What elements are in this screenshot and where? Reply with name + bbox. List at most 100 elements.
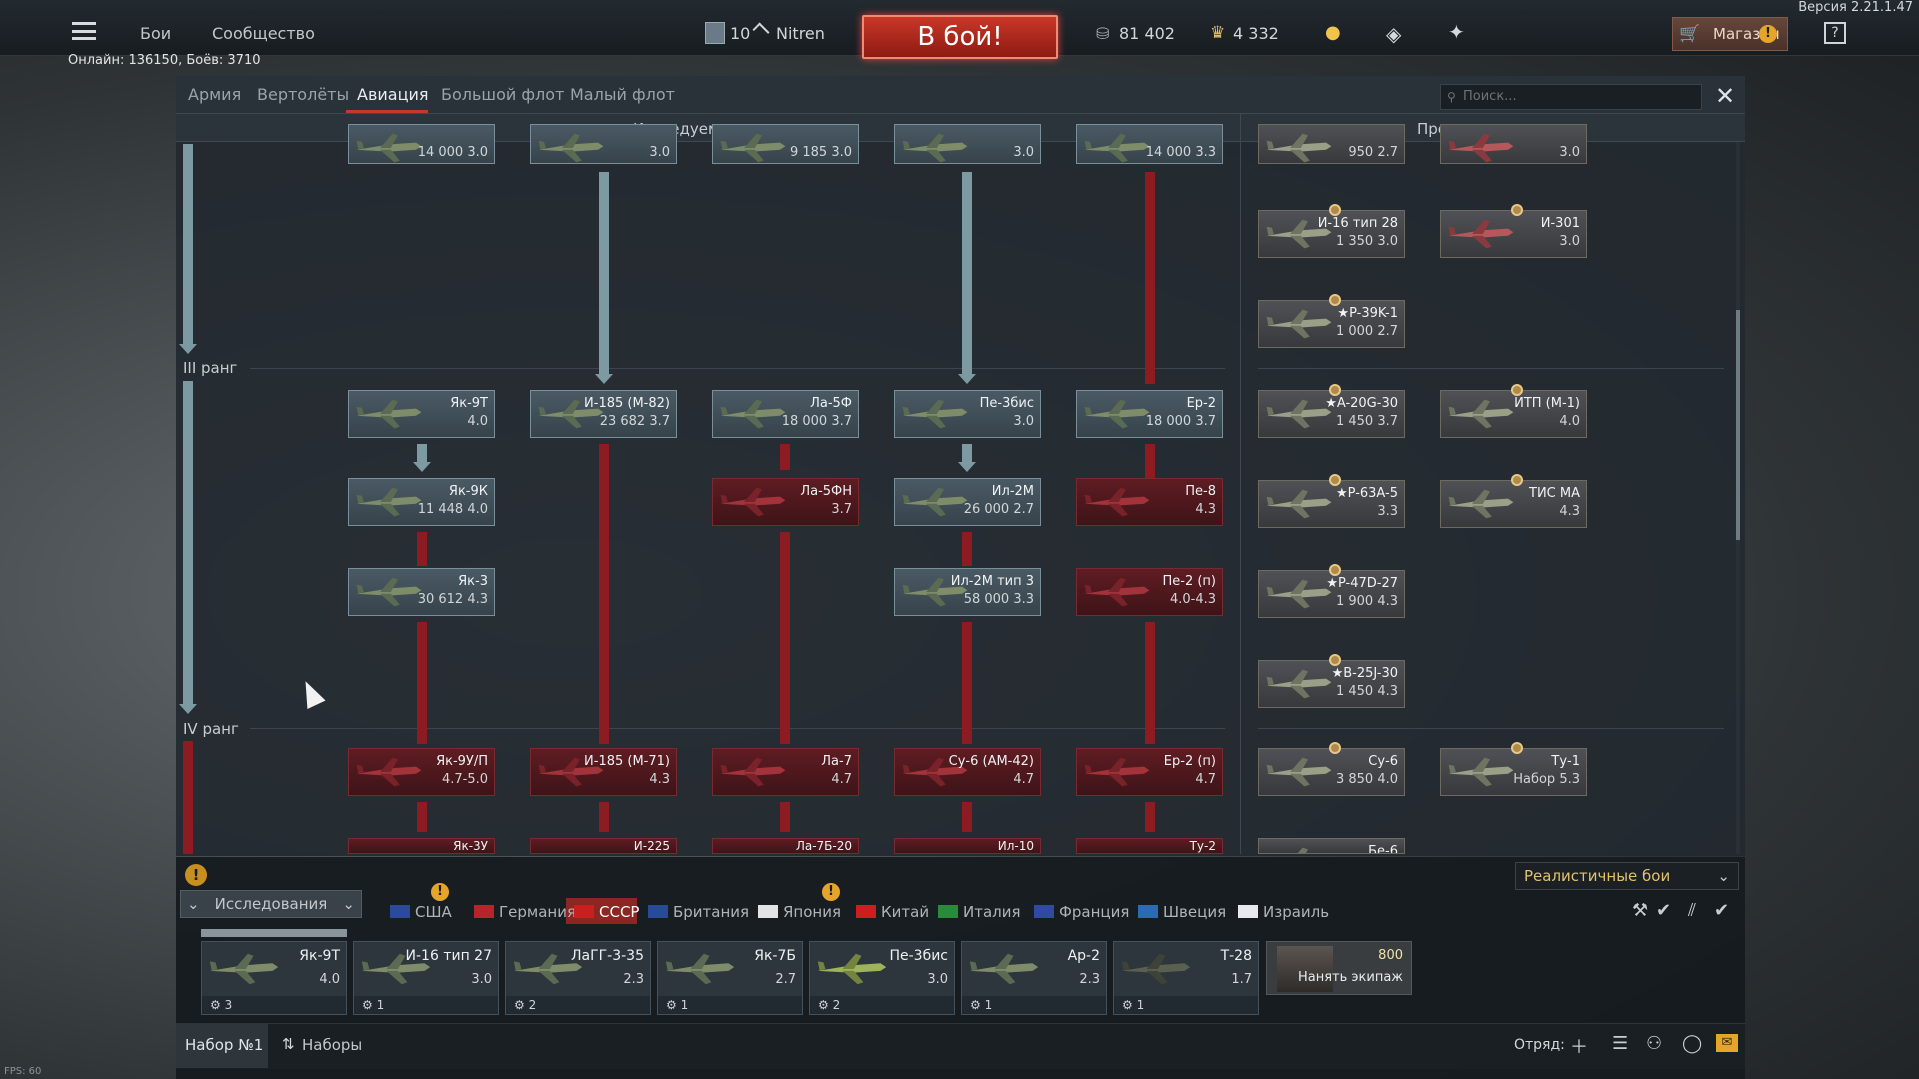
nation-tab-5[interactable]: Китай <box>856 903 929 921</box>
premium-vehicle-card[interactable]: Бе-6 <box>1258 838 1405 854</box>
game-mode-label: Реалистичные бои <box>1524 867 1671 885</box>
player-nickname[interactable]: Nitren <box>776 24 825 43</box>
crew-slot[interactable]: ЛаГГ-3-35 2.3 ⚙ 2 <box>505 941 651 1015</box>
vehicle-card[interactable]: Ту-2 <box>1076 838 1223 854</box>
premium-vehicle-card[interactable]: ★A-20G-30 1 450 3.7 <box>1258 384 1405 438</box>
vehicle-card[interactable]: Як-3У <box>348 838 495 854</box>
tab-helicopters[interactable]: Вертолёты <box>257 85 349 104</box>
battles-menu[interactable]: Бои <box>140 24 171 43</box>
premium-vehicle-card[interactable]: Ту-1 Набор 5.3 <box>1440 742 1587 796</box>
crew-slot[interactable]: И-16 тип 27 3.0 ⚙ 1 <box>353 941 499 1015</box>
research-toggle[interactable]: ⌄ Исследования ⌄ <box>180 890 362 918</box>
sort-icon[interactable]: ⇅ <box>282 1035 295 1053</box>
premium-vehicle-card[interactable]: 950 2.7 <box>1258 124 1405 164</box>
vehicle-card[interactable]: Пе-3бис 3.0 <box>894 390 1041 438</box>
vehicle-card[interactable]: 14 000 3.3 <box>1076 124 1223 164</box>
presets-button[interactable]: Наборы <box>302 1036 362 1054</box>
nation-tab-6[interactable]: Италия <box>938 903 1021 921</box>
nation-tab-2[interactable]: СССР <box>574 903 639 921</box>
vehicle-card[interactable]: Ла-7 4.7 <box>712 748 859 796</box>
crew-slot[interactable]: Ар-2 2.3 ⚙ 1 <box>961 941 1107 1015</box>
nation-tab-7[interactable]: Франция <box>1034 903 1129 921</box>
tree-scrollbar-thumb[interactable] <box>1736 310 1740 540</box>
flag-icon <box>648 905 668 918</box>
hire-crew-button[interactable]: 800 Нанять экипаж <box>1266 941 1412 995</box>
tab-army[interactable]: Армия <box>188 85 241 104</box>
search-input[interactable]: ⚲ Поиск... <box>1440 84 1702 110</box>
premium-vehicle-card[interactable]: Су-6 3 850 4.0 <box>1258 742 1405 796</box>
nation-tab-1[interactable]: Германия <box>474 903 576 921</box>
premium-vehicle-card[interactable]: ★B-25J-30 1 450 4.3 <box>1258 654 1405 708</box>
premium-vehicle-card[interactable]: И-301 3.0 <box>1440 204 1587 258</box>
vehicle-stats: 26 000 2.7 <box>963 502 1034 517</box>
diamond-icon[interactable]: ◈ <box>1386 22 1401 46</box>
vehicle-name: ТИС МА <box>1529 486 1580 501</box>
vehicle-card[interactable]: Пе-2 (п) 4.0-4.3 <box>1076 568 1223 616</box>
vehicle-card[interactable]: Ер-2 (п) 4.7 <box>1076 748 1223 796</box>
friends-icon[interactable]: ⚇ <box>1646 1033 1662 1054</box>
tab-aviation[interactable]: Авиация <box>357 85 429 104</box>
vehicle-stats: 4.7-5.0 <box>441 772 488 787</box>
rank-divider <box>250 728 1225 729</box>
vehicle-card[interactable]: 9 185 3.0 <box>712 124 859 164</box>
vehicle-card[interactable]: Ла-5ФН 3.7 <box>712 478 859 526</box>
vehicle-card[interactable]: Як-9К 11 448 4.0 <box>348 478 495 526</box>
avatar[interactable] <box>705 22 725 44</box>
vehicle-card[interactable]: Ла-7Б-20 <box>712 838 859 854</box>
vehicle-card[interactable]: Ил-2М 26 000 2.7 <box>894 478 1041 526</box>
nation-tab-3[interactable]: Британия <box>648 903 749 921</box>
tab-coastal-fleet[interactable]: Малый флот <box>570 85 675 104</box>
premium-vehicle-card[interactable]: 3.0 <box>1440 124 1587 164</box>
checkmark-icon[interactable]: ✔ <box>1714 900 1729 921</box>
nation-tab-8[interactable]: Швеция <box>1138 903 1226 921</box>
vehicle-card[interactable]: И-185 (М-71) 4.3 <box>530 748 677 796</box>
plus-icon[interactable]: ＋ <box>1570 1033 1588 1059</box>
nation-tab-9[interactable]: Израиль <box>1238 903 1329 921</box>
nation-tab-0[interactable]: США <box>390 903 452 921</box>
coupon-icon[interactable]: ✦ <box>1448 20 1465 44</box>
nation-tab-4[interactable]: Япония <box>758 903 841 921</box>
vehicle-card[interactable]: И-185 (М-82) 23 682 3.7 <box>530 390 677 438</box>
tab-bluewater-fleet[interactable]: Большой флот <box>441 85 564 104</box>
premium-vehicle-card[interactable]: ТИС МА 4.3 <box>1440 474 1587 528</box>
vehicle-card[interactable]: 3.0 <box>894 124 1041 164</box>
vehicle-card[interactable]: Ил-10 <box>894 838 1041 854</box>
vehicle-card[interactable]: Як-9Т 4.0 <box>348 390 495 438</box>
community-menu[interactable]: Сообщество <box>212 24 315 43</box>
vehicle-card[interactable]: 14 000 3.0 <box>348 124 495 164</box>
premium-vehicle-card[interactable]: ИТП (М-1) 4.0 <box>1440 384 1587 438</box>
checkmark-icon[interactable]: ✔ <box>1656 900 1671 921</box>
vehicle-card[interactable]: 3.0 <box>530 124 677 164</box>
premium-vehicle-card[interactable]: ★P-63A-5 3.3 <box>1258 474 1405 528</box>
premium-vehicle-card[interactable]: ★P-39K-1 1 000 2.7 <box>1258 294 1405 348</box>
crew-slot[interactable]: Як-7Б 2.7 ⚙ 1 <box>657 941 803 1015</box>
lightbulb-icon[interactable]: ● <box>1325 22 1341 43</box>
game-mode-select[interactable]: Реалистичные бои ⌄ <box>1515 862 1739 890</box>
vehicle-card[interactable]: Як-9У/П 4.7-5.0 <box>348 748 495 796</box>
crew-slot[interactable]: Пе-3бис 3.0 ⚙ 2 <box>809 941 955 1015</box>
warning-icon[interactable]: ! <box>185 864 207 886</box>
mail-icon[interactable]: ✉ <box>1716 1034 1738 1052</box>
premium-vehicle-card[interactable]: ★P-47D-27 1 900 4.3 <box>1258 564 1405 618</box>
vehicle-card[interactable]: И-225 <box>530 838 677 854</box>
wrench-icon[interactable]: ⚒ <box>1632 900 1648 921</box>
chat-icon[interactable]: ◯ <box>1682 1033 1702 1054</box>
vehicle-card[interactable]: Ла-5Ф 18 000 3.7 <box>712 390 859 438</box>
vehicle-card[interactable]: Ил-2М тип 3 58 000 3.3 <box>894 568 1041 616</box>
aircraft-icon <box>717 396 789 432</box>
close-icon[interactable]: ✕ <box>1712 84 1738 110</box>
vehicle-card[interactable]: Як-3 30 612 4.3 <box>348 568 495 616</box>
vehicle-card[interactable]: Су-6 (АМ-42) 4.7 <box>894 748 1041 796</box>
rockets-icon[interactable]: ⫽ <box>1688 900 1696 921</box>
crew-slot[interactable]: Як-9Т 4.0 ⚙ 3 <box>201 941 347 1015</box>
list-icon[interactable]: ☰ <box>1612 1033 1628 1054</box>
help-icon[interactable]: ? <box>1824 22 1846 44</box>
premium-vehicle-card[interactable]: И-16 тип 28 1 350 3.0 <box>1258 204 1405 258</box>
vehicle-card[interactable]: Ер-2 18 000 3.7 <box>1076 390 1223 438</box>
shop-button[interactable]: 🛒 Магазин ! <box>1672 17 1788 51</box>
to-battle-button[interactable]: В бой! <box>862 15 1058 59</box>
menu-icon[interactable] <box>72 22 96 40</box>
crew-slot[interactable]: Т-28 1.7 ⚙ 1 <box>1113 941 1259 1015</box>
vehicle-card[interactable]: Пе-8 4.3 <box>1076 478 1223 526</box>
vehicle-stats: 9 185 3.0 <box>789 145 852 160</box>
